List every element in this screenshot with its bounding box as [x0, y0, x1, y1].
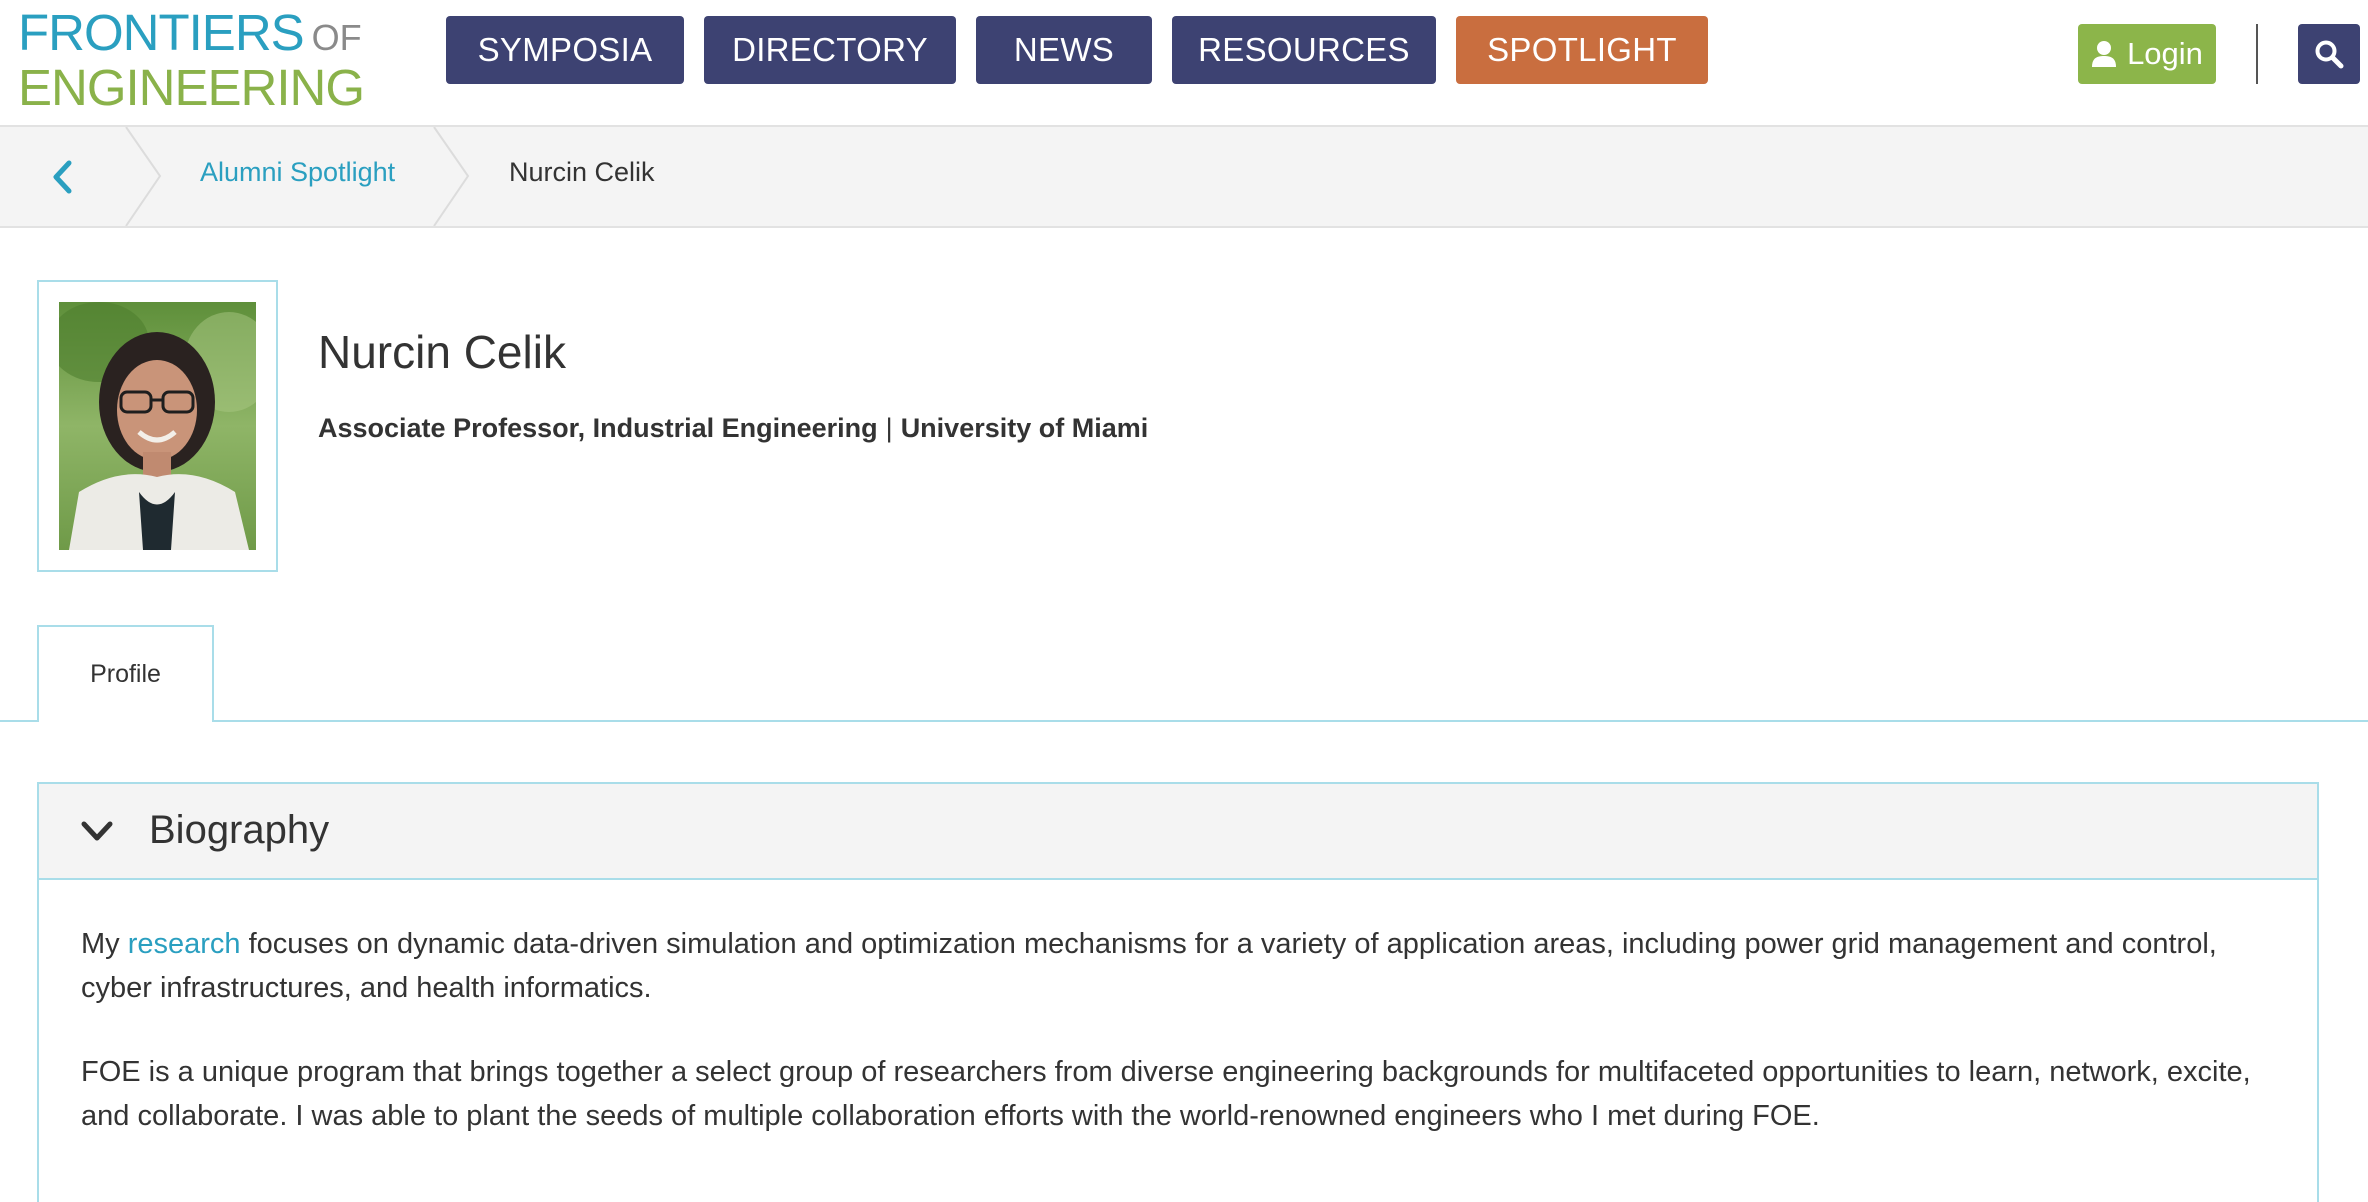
biography-panel: Biography My research focuses on dynamic… [37, 782, 2319, 1202]
profile-title: Associate Professor, Industrial Engineer… [318, 413, 1148, 444]
profile-position: Associate Professor, Industrial Engineer… [318, 413, 878, 443]
profile-name: Nurcin Celik [318, 326, 566, 378]
user-icon [2092, 41, 2117, 67]
chevron-down-icon [81, 821, 113, 841]
tab-profile[interactable]: Profile [37, 625, 214, 722]
logo-of: OF [311, 17, 362, 58]
nav-spotlight[interactable]: SPOTLIGHT [1456, 16, 1708, 84]
site-logo[interactable]: FRONTIERS OF ENGINEERING [18, 7, 365, 116]
search-button[interactable] [2298, 24, 2360, 84]
back-button[interactable] [44, 159, 80, 195]
breadcrumb-current: Nurcin Celik [509, 157, 655, 187]
profile-title-separator: | [885, 413, 893, 443]
bio-p1-rest: focuses on dynamic data-driven simulatio… [81, 928, 2217, 1004]
page: FRONTIERS OF ENGINEERING SYMPOSIA DIRECTO… [0, 0, 2368, 1202]
biography-header[interactable]: Biography [39, 784, 2317, 880]
header-divider [2256, 24, 2258, 84]
login-button[interactable]: Login [2078, 24, 2216, 84]
nav-news[interactable]: NEWS [976, 16, 1152, 84]
search-icon [2315, 40, 2344, 69]
breadcrumb: Alumni Spotlight Nurcin Celik [0, 125, 2368, 228]
profile-photo-frame [37, 280, 278, 572]
nav-resources[interactable]: RESOURCES [1172, 16, 1436, 84]
tabs-baseline [0, 720, 2368, 722]
breadcrumb-alumni-spotlight[interactable]: Alumni Spotlight [200, 157, 395, 188]
site-header: FRONTIERS OF ENGINEERING SYMPOSIA DIRECTO… [0, 0, 2368, 125]
login-label: Login [2127, 36, 2203, 71]
breadcrumb-separator [125, 127, 162, 226]
bio-p1-prefix: My [81, 928, 120, 960]
chevron-left-icon [53, 160, 72, 194]
logo-line-1: FRONTIERS OF [18, 7, 364, 63]
logo-engineering: ENGINEERING [18, 59, 365, 116]
biography-title: Biography [149, 808, 330, 852]
breadcrumb-separator [433, 127, 470, 226]
nav-symposia[interactable]: SYMPOSIA [446, 16, 684, 84]
biography-paragraph-2: FOE is a unique program that brings toge… [81, 1056, 2251, 1132]
profile-institution: University of Miami [900, 413, 1149, 443]
biography-body: My research focuses on dynamic data-driv… [81, 922, 2291, 1178]
profile-photo [59, 302, 256, 550]
research-link[interactable]: research [128, 928, 241, 960]
biography-paragraph-1: My research focuses on dynamic data-driv… [81, 922, 2291, 1010]
nav-directory[interactable]: DIRECTORY [704, 16, 956, 84]
logo-frontiers: FRONTIERS [18, 4, 305, 61]
